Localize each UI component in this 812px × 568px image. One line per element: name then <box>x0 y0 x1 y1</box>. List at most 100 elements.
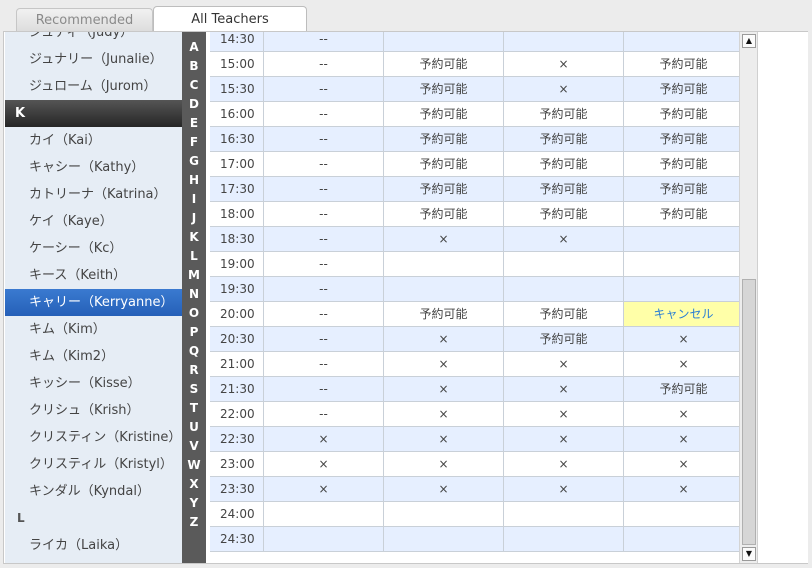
slot-available[interactable]: 予約可能 <box>384 152 504 176</box>
slot-cell: -- <box>264 377 384 401</box>
alpha-index-y[interactable]: Y <box>182 495 206 514</box>
slot-available[interactable]: 予約可能 <box>384 302 504 326</box>
alpha-index-k[interactable]: K <box>182 229 206 248</box>
vertical-scrollbar[interactable]: ▲ ▼ <box>739 32 757 563</box>
alpha-index-p[interactable]: P <box>182 324 206 343</box>
alpha-index-q[interactable]: Q <box>182 343 206 362</box>
alpha-index-v[interactable]: V <box>182 438 206 457</box>
slot-unavailable: × <box>384 477 504 501</box>
slot-available[interactable]: 予約可能 <box>624 177 739 201</box>
slot-available[interactable]: 予約可能 <box>504 152 624 176</box>
alpha-index-i[interactable]: I <box>182 191 206 210</box>
alpha-index-l[interactable]: L <box>182 248 206 267</box>
slot-cell: -- <box>264 152 384 176</box>
slot-unavailable: × <box>624 477 739 501</box>
main-panel: ジュディ（Judy） ジュナリー（Junalie） ジュローム（Jurom） K カイ（… <box>3 31 808 564</box>
alpha-index-u[interactable]: U <box>182 419 206 438</box>
alpha-index-e[interactable]: E <box>182 115 206 134</box>
alpha-index-s[interactable]: S <box>182 381 206 400</box>
blank-area <box>757 32 808 563</box>
alpha-index-n[interactable]: N <box>182 286 206 305</box>
teacher-item[interactable]: ジュローム（Jurom） <box>5 73 182 100</box>
alpha-index-a[interactable]: A <box>182 39 206 58</box>
teacher-item[interactable]: クリシュ（Krish） <box>5 397 182 424</box>
alpha-index-o[interactable]: O <box>182 305 206 324</box>
alpha-index-j[interactable]: J <box>182 210 206 229</box>
time-cell: 22:30 <box>210 427 264 451</box>
teacher-item[interactable]: キャシー（Kathy） <box>5 154 182 181</box>
slot-available[interactable]: 予約可能 <box>384 127 504 151</box>
slot-available[interactable]: 予約可能 <box>504 177 624 201</box>
time-cell: 20:00 <box>210 302 264 326</box>
slot-available[interactable]: 予約可能 <box>504 302 624 326</box>
teacher-item[interactable]: ライカ（Laika） <box>5 532 182 559</box>
teacher-list[interactable]: ジュディ（Judy） ジュナリー（Junalie） ジュローム（Jurom） K カイ（… <box>5 32 182 563</box>
schedule-row: 17:30 -- 予約可能 予約可能 予約可能 <box>210 177 739 202</box>
tab-recommended[interactable]: Recommended <box>16 8 153 32</box>
slot-cell: -- <box>264 352 384 376</box>
slot-available[interactable]: 予約可能 <box>384 102 504 126</box>
slot-unavailable: × <box>504 377 624 401</box>
schedule-row: 16:00 -- 予約可能 予約可能 予約可能 <box>210 102 739 127</box>
teacher-item[interactable]: ジュディ（Judy） <box>5 32 182 46</box>
slot-unavailable: × <box>504 402 624 426</box>
scroll-up-icon[interactable]: ▲ <box>742 34 756 48</box>
slot-cell <box>504 277 624 301</box>
alpha-index-w[interactable]: W <box>182 457 206 476</box>
slot-available[interactable]: 予約可能 <box>624 152 739 176</box>
scroll-thumb[interactable] <box>742 279 756 545</box>
slot-available[interactable]: 予約可能 <box>624 102 739 126</box>
teacher-item[interactable]: キム（Kim） <box>5 316 182 343</box>
teacher-item[interactable]: ケーシー（Kc） <box>5 235 182 262</box>
slot-available[interactable]: 予約可能 <box>624 127 739 151</box>
alpha-index-m[interactable]: M <box>182 267 206 286</box>
slot-available[interactable]: 予約可能 <box>384 202 504 226</box>
alpha-index-x[interactable]: X <box>182 476 206 495</box>
alpha-index-f[interactable]: F <box>182 134 206 153</box>
slot-cell: -- <box>264 177 384 201</box>
slot-available[interactable]: 予約可能 <box>624 77 739 101</box>
slot-available[interactable]: 予約可能 <box>504 327 624 351</box>
slot-cell <box>624 502 739 526</box>
scroll-down-icon[interactable]: ▼ <box>742 547 756 561</box>
teacher-item[interactable]: ジュナリー（Junalie） <box>5 46 182 73</box>
slot-cell: -- <box>264 327 384 351</box>
alpha-index-h[interactable]: H <box>182 172 206 191</box>
slot-available[interactable]: 予約可能 <box>384 77 504 101</box>
alpha-index-g[interactable]: G <box>182 153 206 172</box>
slot-cancel-button[interactable]: キャンセル <box>624 302 739 326</box>
teacher-item[interactable]: キム（Kim2） <box>5 343 182 370</box>
teacher-item[interactable]: クリスティン（Kristine） <box>5 424 182 451</box>
teacher-item[interactable]: キンダル（Kyndal） <box>5 478 182 505</box>
slot-available[interactable]: 予約可能 <box>624 202 739 226</box>
alpha-index-t[interactable]: T <box>182 400 206 419</box>
teacher-item[interactable]: キッシー（Kisse） <box>5 370 182 397</box>
slot-available[interactable]: 予約可能 <box>384 52 504 76</box>
alpha-index-z[interactable]: Z <box>182 514 206 533</box>
time-cell: 21:00 <box>210 352 264 376</box>
time-cell: 24:00 <box>210 502 264 526</box>
schedule-row: 19:30 -- <box>210 277 739 302</box>
schedule-row: 23:00 × × × × <box>210 452 739 477</box>
teacher-item[interactable]: ケイ（Kaye） <box>5 208 182 235</box>
teacher-item[interactable]: クリスティル（Kristyl） <box>5 451 182 478</box>
slot-cell: -- <box>264 402 384 426</box>
time-cell: 15:00 <box>210 52 264 76</box>
teacher-item[interactable]: キース（Keith） <box>5 262 182 289</box>
teacher-item-selected[interactable]: キャリー（Kerryanne） <box>5 289 182 316</box>
alpha-index-c[interactable]: C <box>182 77 206 96</box>
slot-available[interactable]: 予約可能 <box>624 52 739 76</box>
slot-available[interactable]: 予約可能 <box>504 102 624 126</box>
slot-available[interactable]: 予約可能 <box>384 177 504 201</box>
letter-header: K <box>5 100 182 127</box>
slot-available[interactable]: 予約可能 <box>504 202 624 226</box>
teacher-item[interactable]: カイ（Kai） <box>5 127 182 154</box>
slot-available[interactable]: 予約可能 <box>624 377 739 401</box>
slot-available[interactable]: 予約可能 <box>504 127 624 151</box>
slot-cell <box>624 277 739 301</box>
teacher-item[interactable]: カトリーナ（Katrina） <box>5 181 182 208</box>
alpha-index-b[interactable]: B <box>182 58 206 77</box>
tab-all-teachers[interactable]: All Teachers <box>153 6 307 32</box>
alpha-index-r[interactable]: R <box>182 362 206 381</box>
alpha-index-d[interactable]: D <box>182 96 206 115</box>
